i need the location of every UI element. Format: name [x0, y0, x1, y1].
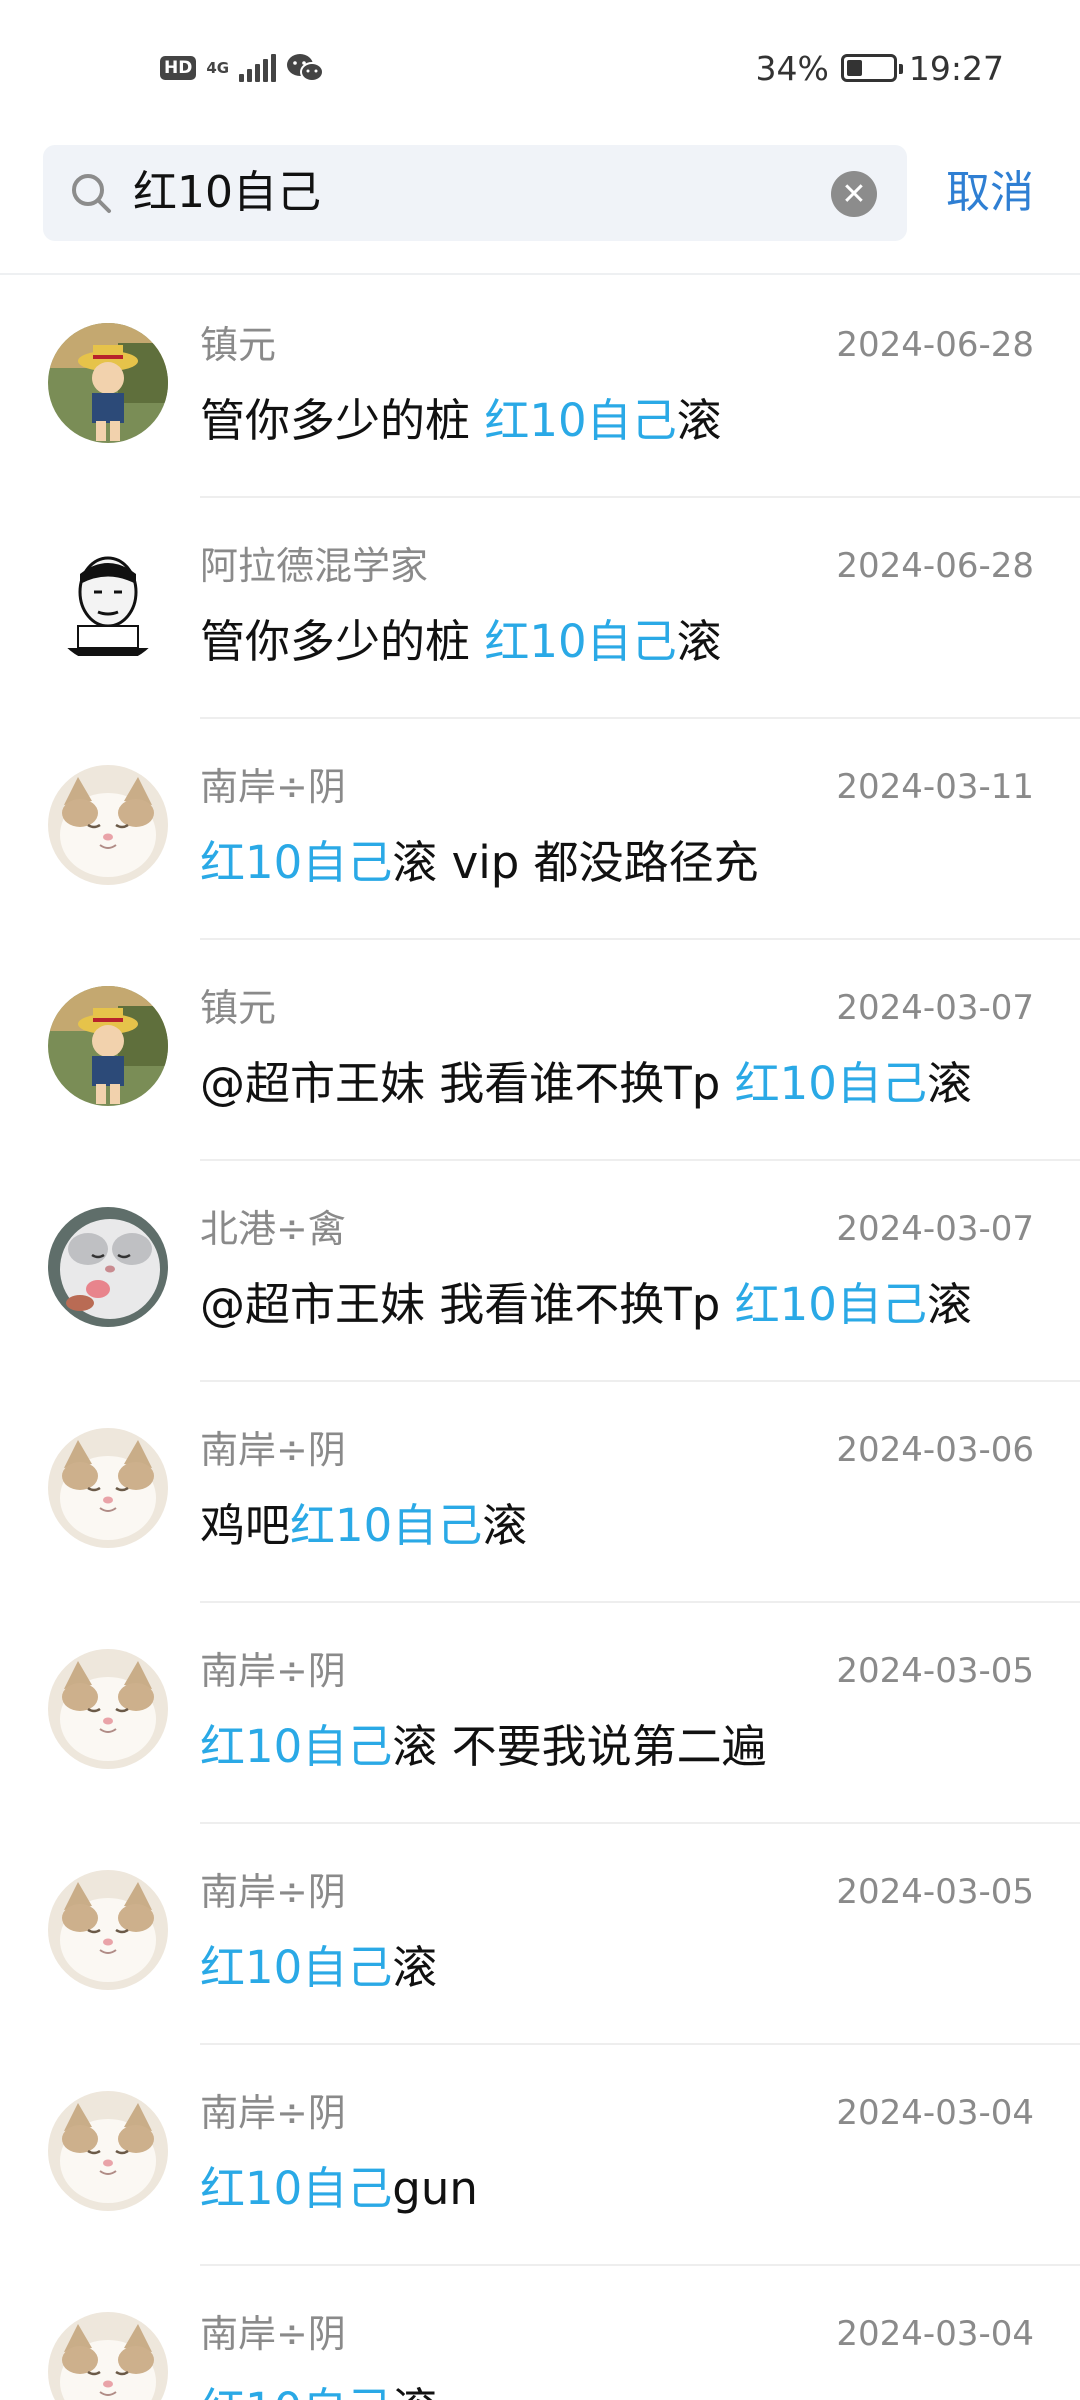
sender-name: 北港÷禽	[200, 1207, 346, 1251]
status-right: 34% 19:27	[756, 46, 1004, 90]
cat-avatar[interactable]	[48, 2312, 168, 2400]
sender-name: 镇元	[200, 986, 277, 1030]
message-after: 滚 不要我说第二遍	[392, 1720, 767, 1773]
sender-name: 南岸÷阴	[200, 1870, 346, 1914]
sender-name: 南岸÷阴	[200, 2091, 346, 2135]
message-text: 管你多少的桩 红10自己滚	[200, 391, 1034, 451]
message-highlight: 红10自己	[734, 1278, 927, 1331]
message-highlight: 红10自己	[200, 1720, 393, 1773]
cancel-button[interactable]: 取消	[946, 145, 1034, 241]
cat-avatar[interactable]	[48, 2091, 168, 2211]
battery-level-fill	[846, 60, 862, 76]
message-highlight: 红10自己	[200, 2162, 393, 2215]
signal-icon	[239, 54, 277, 82]
search-result-item[interactable]: 南岸÷阴 2024-03-05 红10自己滚	[0, 1824, 1080, 2045]
search-result-item[interactable]: 镇元 2024-06-28 管你多少的桩 红10自己滚	[0, 277, 1080, 498]
message-text: 鸡吧红10自己滚	[200, 1496, 1034, 1556]
status-left-icons: HD 4G	[160, 50, 325, 86]
message-after: 滚	[926, 1278, 972, 1331]
search-result-item[interactable]: 南岸÷阴 2024-03-11 红10自己滚 vip 都没路径充	[0, 719, 1080, 940]
message-date: 2024-03-11	[836, 767, 1034, 807]
message-after: 滚	[676, 615, 722, 668]
message-date: 2024-03-04	[836, 2314, 1034, 2354]
cat-avatar[interactable]	[48, 1428, 168, 1548]
message-text: @超市王妹 我看谁不换Tp 红10自己滚	[200, 1054, 1034, 1114]
gray-cat-avatar[interactable]	[48, 1207, 168, 1327]
search-input[interactable]	[133, 145, 833, 241]
message-text: 红10自己滚 不要我说第二遍	[200, 1717, 1034, 1777]
search-result-item[interactable]: 北港÷禽 2024-03-07 @超市王妹 我看谁不换Tp 红10自己滚	[0, 1161, 1080, 1382]
message-date: 2024-03-04	[836, 2093, 1034, 2133]
message-before: @超市王妹 我看谁不换Tp	[200, 1057, 735, 1110]
message-date: 2024-03-05	[836, 1651, 1034, 1691]
meme-avatar[interactable]	[48, 544, 168, 664]
message-after: 滚	[926, 1057, 972, 1110]
message-text: 红10自己滚	[200, 2380, 1034, 2400]
message-highlight: 红10自己	[290, 1499, 483, 1552]
message-highlight: 红10自己	[484, 394, 677, 447]
network-type-label: 4G	[206, 59, 230, 77]
message-before: @超市王妹 我看谁不换Tp	[200, 1278, 735, 1331]
battery-icon	[840, 54, 903, 82]
message-text: @超市王妹 我看谁不换Tp 红10自己滚	[200, 1275, 1034, 1335]
cat-avatar[interactable]	[48, 1870, 168, 1990]
sender-name: 南岸÷阴	[200, 1649, 346, 1693]
message-date: 2024-06-28	[836, 325, 1034, 365]
message-highlight: 红10自己	[484, 615, 677, 668]
message-date: 2024-03-06	[836, 1430, 1034, 1470]
search-result-item[interactable]: 南岸÷阴 2024-03-06 鸡吧红10自己滚	[0, 1382, 1080, 1603]
message-date: 2024-03-05	[836, 1872, 1034, 1912]
message-highlight: 红10自己	[200, 836, 393, 889]
message-highlight: 红10自己	[200, 2383, 392, 2400]
message-before: 管你多少的桩	[200, 615, 485, 668]
clear-icon[interactable]: ✕	[831, 171, 877, 217]
message-after: gun	[392, 2162, 478, 2215]
wechat-icon	[287, 54, 325, 82]
status-bar: HD 4G 34% 19:27	[0, 0, 1080, 135]
message-after: 滚	[482, 1499, 528, 1552]
search-result-item[interactable]: 镇元 2024-03-07 @超市王妹 我看谁不换Tp 红10自己滚	[0, 940, 1080, 1161]
message-date: 2024-03-07	[836, 1209, 1034, 1249]
search-results-list[interactable]: 镇元 2024-06-28 管你多少的桩 红10自己滚 阿拉德混学家 2024-06-…	[0, 277, 1080, 2400]
search-result-item[interactable]: 南岸÷阴 2024-03-04 红10自己滚	[0, 2266, 1080, 2400]
message-text: 管你多少的桩 红10自己滚	[200, 612, 1034, 672]
message-after: 滚 vip 都没路径充	[392, 836, 759, 889]
search-header: ✕ 取消	[0, 135, 1080, 275]
search-icon	[72, 174, 111, 213]
message-highlight: 红10自己	[200, 1941, 393, 1994]
message-text: 红10自己滚 vip 都没路径充	[200, 833, 1034, 893]
search-result-item[interactable]: 阿拉德混学家 2024-06-28 管你多少的桩 红10自己滚	[0, 498, 1080, 719]
luffy-avatar[interactable]	[48, 323, 168, 443]
message-text: 红10自己gun	[200, 2159, 1034, 2219]
message-date: 2024-06-28	[836, 546, 1034, 586]
clock-time: 19:27	[908, 48, 1004, 88]
sender-name: 镇元	[200, 323, 277, 367]
message-date: 2024-03-07	[836, 988, 1034, 1028]
search-result-item[interactable]: 南岸÷阴 2024-03-05 红10自己滚 不要我说第二遍	[0, 1603, 1080, 1824]
message-after: 滚	[676, 394, 722, 447]
battery-percent: 34%	[755, 48, 829, 88]
message-after: 滚	[392, 2383, 437, 2400]
cat-avatar[interactable]	[48, 765, 168, 885]
message-before: 管你多少的桩	[200, 394, 485, 447]
message-before: 鸡吧	[200, 1499, 291, 1552]
message-text: 红10自己滚	[200, 1938, 1034, 1998]
search-box[interactable]: ✕	[43, 145, 907, 241]
sender-name: 南岸÷阴	[200, 765, 346, 809]
sender-name: 南岸÷阴	[200, 1428, 346, 1472]
luffy-avatar[interactable]	[48, 986, 168, 1106]
search-result-item[interactable]: 南岸÷阴 2024-03-04 红10自己gun	[0, 2045, 1080, 2266]
sender-name: 阿拉德混学家	[200, 544, 429, 588]
hd-icon: HD	[160, 56, 197, 80]
message-highlight: 红10自己	[734, 1057, 927, 1110]
cat-avatar[interactable]	[48, 1649, 168, 1769]
sender-name: 南岸÷阴	[200, 2312, 346, 2356]
message-after: 滚	[392, 1941, 438, 1994]
